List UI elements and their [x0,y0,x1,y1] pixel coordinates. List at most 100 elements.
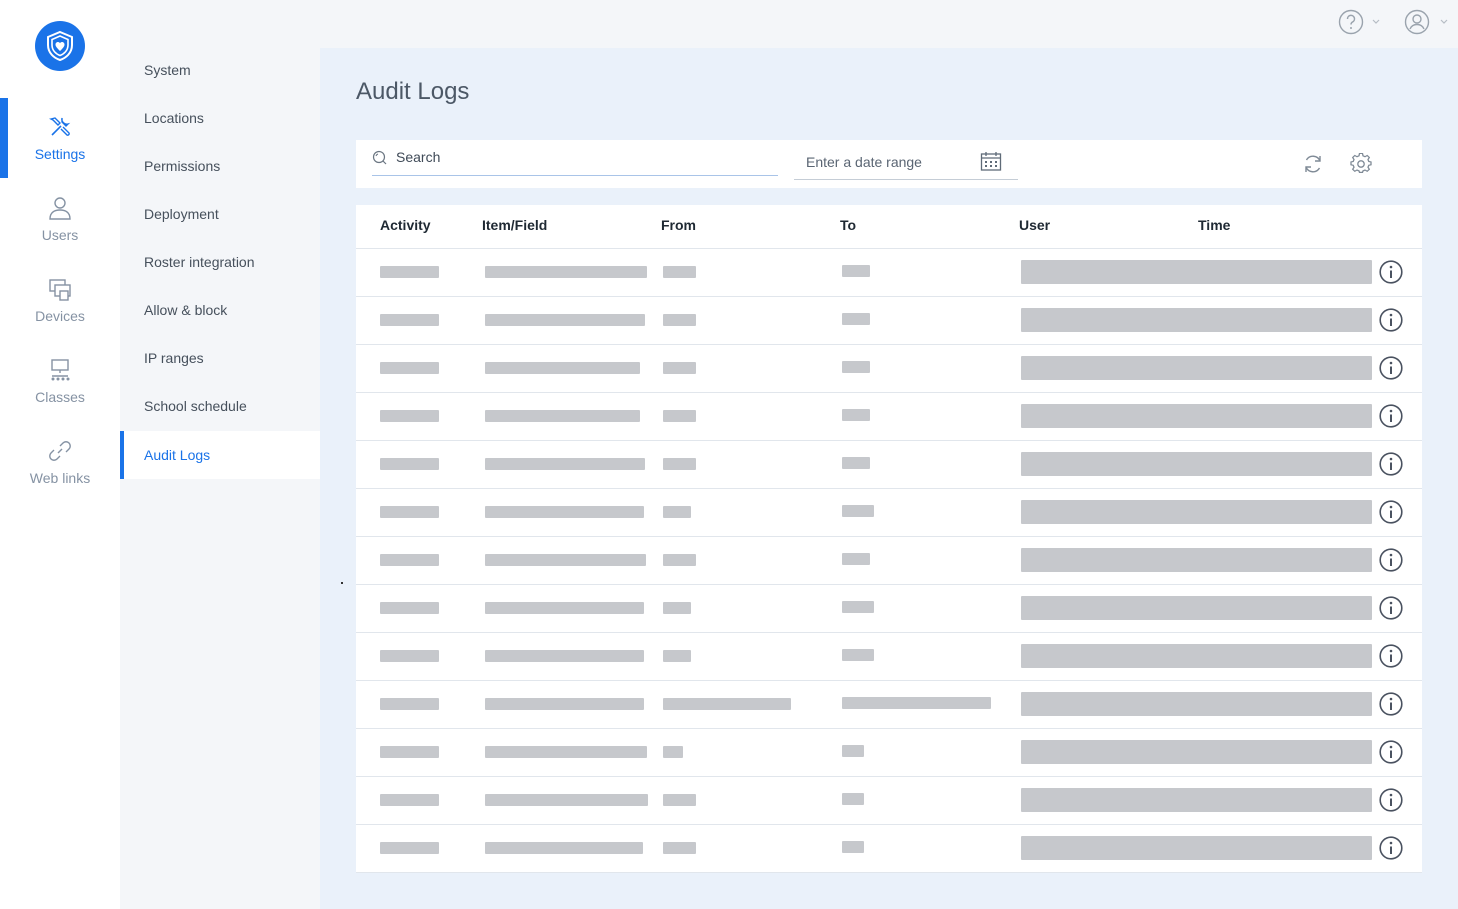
cell-activity-placeholder [380,362,439,374]
tools-icon [48,117,71,136]
column-header-user[interactable]: User [1019,217,1050,233]
cell-activity-placeholder [380,698,439,710]
cell-item-field-placeholder [485,794,648,806]
cell-from-placeholder [663,362,696,374]
link-icon [49,441,71,461]
table-row[interactable] [356,249,1422,297]
info-icon[interactable] [1379,500,1403,524]
column-header-activity[interactable]: Activity [380,217,431,233]
rail-item-classes[interactable]: Classes [0,341,120,421]
info-icon[interactable] [1379,692,1403,716]
cell-to-placeholder [842,697,991,709]
cell-item-field-placeholder [485,842,643,854]
info-icon[interactable] [1379,548,1403,572]
table-settings-button[interactable] [1348,151,1374,177]
cell-item-field-placeholder [485,554,646,566]
cell-user-time-placeholder [1021,308,1372,332]
audit-log-table: Activity Item/Field From To User Time [356,205,1422,873]
subnav-item-school-schedule[interactable]: School schedule [120,382,320,430]
cell-to-placeholder [842,745,864,757]
table-row[interactable] [356,489,1422,537]
cell-user-time-placeholder [1021,740,1372,764]
cell-item-field-placeholder [485,602,644,614]
search-field [372,140,778,176]
subnav-item-roster-integration[interactable]: Roster integration [120,238,320,286]
calendar-icon[interactable] [980,151,1002,171]
subnav-item-allow-block[interactable]: Allow & block [120,286,320,334]
cell-from-placeholder [663,650,691,662]
date-range-field [794,140,1018,180]
column-header-item-field[interactable]: Item/Field [482,217,547,233]
info-icon[interactable] [1379,356,1403,380]
top-bar [320,0,1458,48]
column-header-to[interactable]: To [840,217,856,233]
column-header-time[interactable]: Time [1198,217,1230,233]
shield-logo-icon[interactable] [35,21,85,71]
table-row[interactable] [356,297,1422,345]
cell-user-time-placeholder [1021,644,1372,668]
info-icon[interactable] [1379,644,1403,668]
rail-item-settings[interactable]: Settings [0,98,120,178]
cell-activity-placeholder [380,794,439,806]
classes-icon [51,359,70,381]
subnav-item-deployment[interactable]: Deployment [120,190,320,238]
cell-user-time-placeholder [1021,500,1372,524]
cell-item-field-placeholder [485,698,644,710]
rail-label-classes: Classes [35,389,85,405]
rail-label-devices: Devices [35,308,85,324]
table-row[interactable] [356,345,1422,393]
rail-item-devices[interactable]: Devices [0,260,120,340]
info-icon[interactable] [1379,404,1403,428]
subnav-item-system[interactable]: System [120,46,320,94]
info-icon[interactable] [1379,452,1403,476]
rail-item-web-links[interactable]: Web links [0,422,120,502]
info-icon[interactable] [1379,596,1403,620]
cell-from-placeholder [663,746,683,758]
rail-item-users[interactable]: Users [0,179,120,259]
info-icon[interactable] [1379,308,1403,332]
cell-from-placeholder [663,794,696,806]
chevron-down-icon [1372,19,1380,24]
cell-from-placeholder [663,506,691,518]
cell-activity-placeholder [380,458,439,470]
table-row[interactable] [356,585,1422,633]
search-input[interactable] [394,146,768,168]
table-row[interactable] [356,825,1422,873]
cell-user-time-placeholder [1021,836,1372,860]
table-row[interactable] [356,633,1422,681]
user-icon [49,197,71,220]
cell-to-placeholder [842,457,870,469]
refresh-button[interactable] [1300,151,1326,177]
cell-to-placeholder [842,553,870,565]
column-header-from[interactable]: From [661,217,696,233]
info-icon[interactable] [1379,740,1403,764]
info-icon[interactable] [1379,788,1403,812]
cell-user-time-placeholder [1021,404,1372,428]
cell-item-field-placeholder [485,746,647,758]
help-menu-button[interactable] [1338,9,1382,35]
cell-activity-placeholder [380,266,439,278]
table-row[interactable] [356,681,1422,729]
subnav-item-permissions[interactable]: Permissions [120,142,320,190]
info-icon[interactable] [1379,260,1403,284]
cell-to-placeholder [842,265,870,277]
cell-from-placeholder [663,314,696,326]
date-range-input[interactable] [804,151,978,173]
primary-nav: Settings Users Devices Classes Web links [0,0,120,909]
table-row[interactable] [356,537,1422,585]
subnav-item-ip-ranges[interactable]: IP ranges [120,334,320,382]
subnav-item-audit-logs[interactable]: Audit Logs [120,431,320,479]
cell-to-placeholder [842,409,870,421]
subnav-item-locations[interactable]: Locations [120,94,320,142]
cell-from-placeholder [663,266,696,278]
table-row[interactable] [356,777,1422,825]
cell-to-placeholder [842,361,870,373]
info-icon[interactable] [1379,836,1403,860]
table-row[interactable] [356,441,1422,489]
cell-from-placeholder [663,698,791,710]
rail-label-users: Users [41,227,79,243]
table-row[interactable] [356,729,1422,777]
account-menu-button[interactable] [1404,9,1450,35]
table-row[interactable] [356,393,1422,441]
cell-activity-placeholder [380,842,439,854]
